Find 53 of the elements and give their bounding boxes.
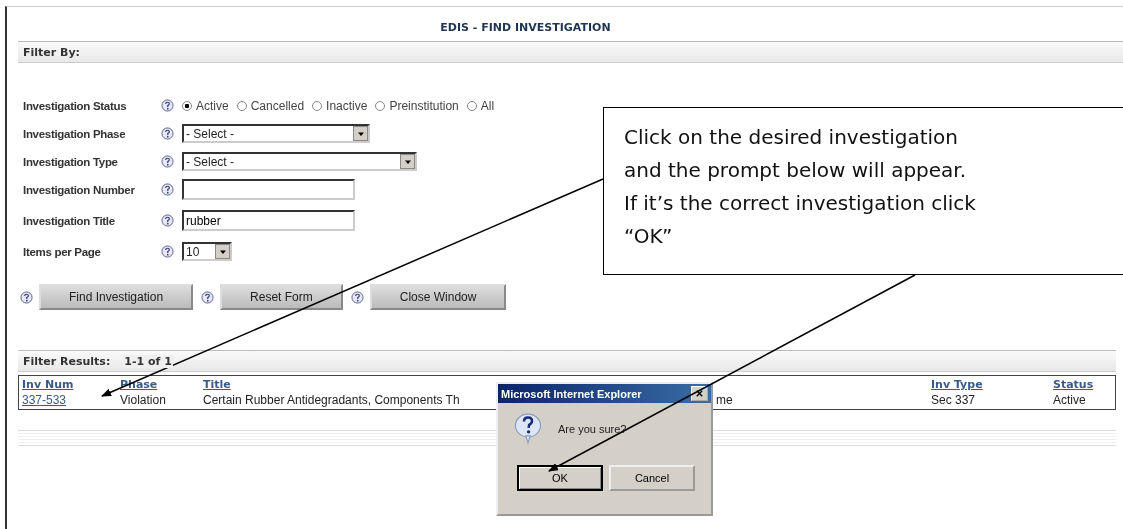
table-cell: Sec 337 — [931, 393, 976, 407]
radio-button[interactable] — [466, 100, 477, 111]
field-label: Items per Page — [23, 245, 102, 258]
help-icon[interactable] — [350, 290, 364, 304]
table-cell: Violation — [120, 393, 166, 407]
help-icon[interactable] — [20, 290, 33, 304]
help-icon[interactable] — [161, 99, 174, 112]
page-title: EDIS - FIND INVESTIGATION — [439, 20, 612, 36]
column-header-link[interactable]: Title — [203, 378, 231, 391]
column-header-link[interactable]: Status — [1053, 378, 1094, 391]
dialog-title: Microsoft Internet Explorer — [501, 387, 642, 400]
form-button[interactable]: Reset Form — [220, 284, 343, 310]
radio-label: Cancelled — [250, 98, 305, 113]
radio-label: Preinstitution — [389, 98, 459, 113]
help-icon[interactable] — [161, 183, 174, 196]
column-header-link[interactable]: Inv Type — [931, 378, 983, 391]
table-cell: Active — [1053, 393, 1086, 407]
table-cell-text: Certain Rubber Antidegradants, Components Th — [203, 393, 461, 407]
field-label: Investigation Type — [23, 155, 119, 168]
dropdown[interactable]: 10 — [182, 242, 232, 261]
table-cell: me — [716, 393, 733, 407]
investigation-link[interactable]: 337-533 — [22, 393, 67, 407]
dialog-message: Are you sure? — [558, 423, 627, 435]
help-icon[interactable] — [161, 245, 174, 258]
radio-label: Active — [196, 98, 229, 113]
form-button[interactable]: Close Window — [369, 284, 507, 310]
help-icon[interactable] — [201, 290, 215, 304]
callout-text: Click on the desired investigation and the prompt below will appear. If it’s the correct investigation click “OK” — [624, 124, 977, 250]
radio-button[interactable] — [375, 100, 386, 111]
dropdown[interactable]: - Select - — [182, 124, 370, 143]
radio-button[interactable] — [312, 100, 323, 111]
input-field[interactable]: rubber — [182, 210, 355, 231]
field-label: Investigation Status — [23, 99, 128, 112]
dialog-button[interactable]: Cancel — [609, 465, 695, 491]
result-count: 1-1 of 1 — [123, 354, 173, 368]
help-icon[interactable] — [161, 214, 174, 227]
dialog-button[interactable]: OK — [517, 465, 603, 491]
radio-button[interactable] — [182, 100, 192, 111]
help-icon[interactable] — [161, 127, 174, 140]
help-icon[interactable] — [161, 155, 174, 168]
column-header-link[interactable]: Inv Num — [22, 378, 74, 391]
dropdown[interactable]: - Select - — [182, 152, 417, 171]
form-button[interactable]: Find Investigation — [39, 284, 194, 310]
radio-button[interactable] — [236, 100, 247, 111]
field-label: Investigation Phase — [23, 127, 127, 140]
input-field[interactable] — [182, 179, 355, 200]
section-heading: Filter By: — [22, 45, 81, 59]
radio-label: All — [480, 98, 495, 113]
question-icon — [514, 413, 542, 445]
field-label: Investigation Title — [23, 214, 116, 227]
field-label: Investigation Number — [23, 183, 136, 196]
radio-label: Inactive — [326, 98, 368, 113]
section-heading: Filter Results: — [22, 354, 112, 368]
